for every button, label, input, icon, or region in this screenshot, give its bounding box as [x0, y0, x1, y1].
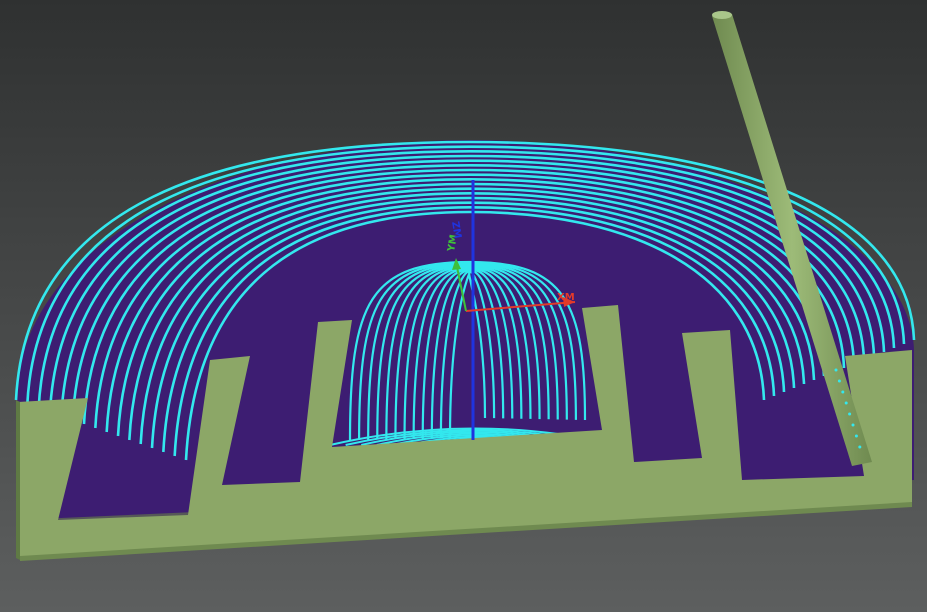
tool-contact-dot	[851, 423, 855, 427]
tool-contact-dot	[837, 379, 841, 383]
tool-contact-dot	[848, 412, 852, 416]
graphics-viewport[interactable]: XM YM ZM	[0, 0, 927, 612]
tool-contact-dot	[834, 368, 838, 372]
tool-contact-dot	[858, 445, 862, 449]
stock-left-edge	[16, 400, 20, 560]
x-axis-label: XM	[557, 292, 575, 303]
tool-contact-dot	[854, 434, 858, 438]
tool-contact-dot	[844, 401, 848, 405]
tool-contact-dot	[841, 390, 845, 394]
tool-top	[712, 11, 732, 19]
cam-simulation-canvas[interactable]: XM YM ZM	[0, 0, 927, 612]
